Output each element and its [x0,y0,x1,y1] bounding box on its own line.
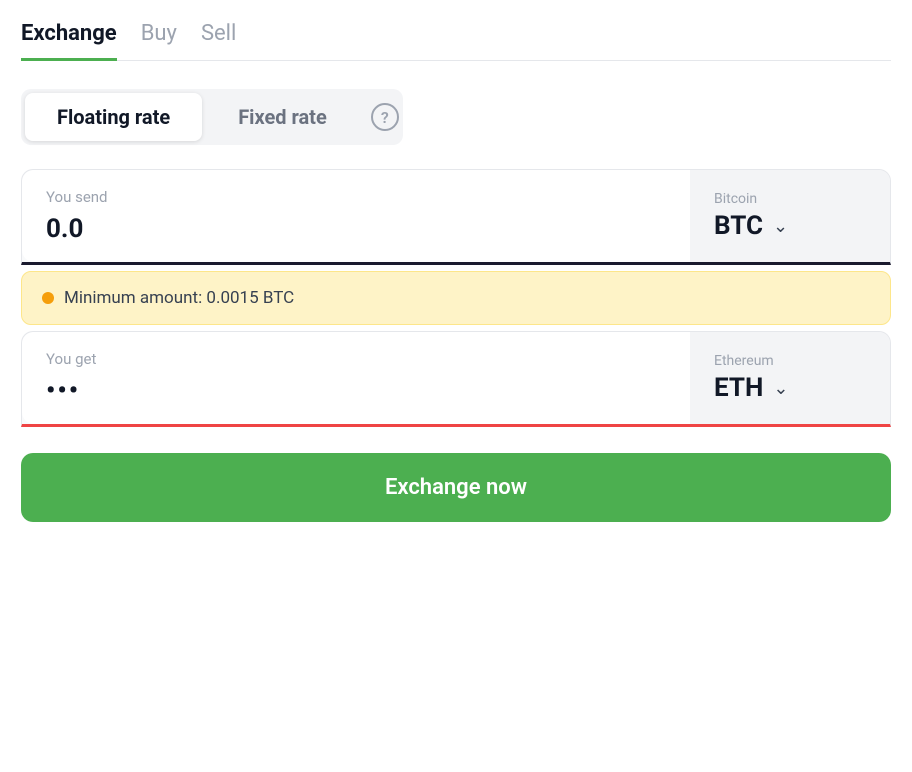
exchange-now-button[interactable]: Exchange now [21,453,891,522]
get-label: You get [46,350,666,368]
minimum-amount-warning: Minimum amount: 0.0015 BTC [21,271,891,325]
get-currency-name: Ethereum [714,353,774,369]
send-chevron-icon: ⌄ [773,216,788,237]
send-label: You send [46,188,666,206]
tab-buy[interactable]: Buy [141,21,177,61]
fixed-rate-button[interactable]: Fixed rate [206,93,359,141]
get-panel-left: You get ••• [22,332,690,424]
warning-dot-icon [42,292,54,304]
tabs: Exchange Buy Sell [21,20,891,61]
get-chevron-icon: ⌄ [773,378,788,399]
send-panel: You send 0.0 Bitcoin BTC ⌄ [21,169,891,265]
rate-toggle: Floating rate Fixed rate ? [21,89,403,145]
send-currency-row: BTC ⌄ [714,211,788,241]
floating-rate-button[interactable]: Floating rate [25,93,202,141]
get-value: ••• [46,376,666,406]
send-value[interactable]: 0.0 [46,214,666,244]
get-currency-code: ETH [714,373,763,403]
help-icon[interactable]: ? [371,103,399,131]
get-currency-selector[interactable]: Ethereum ETH ⌄ [690,332,890,424]
get-panel: You get ••• Ethereum ETH ⌄ [21,331,891,427]
tab-exchange[interactable]: Exchange [21,21,117,61]
send-currency-selector[interactable]: Bitcoin BTC ⌄ [690,170,890,262]
send-currency-code: BTC [714,211,763,241]
send-panel-left: You send 0.0 [22,170,690,262]
get-currency-row: ETH ⌄ [714,373,788,403]
exchange-widget: Exchange Buy Sell Floating rate Fixed ra… [21,20,891,522]
send-currency-name: Bitcoin [714,191,757,207]
tab-sell[interactable]: Sell [201,21,236,61]
warning-text: Minimum amount: 0.0015 BTC [64,288,294,308]
